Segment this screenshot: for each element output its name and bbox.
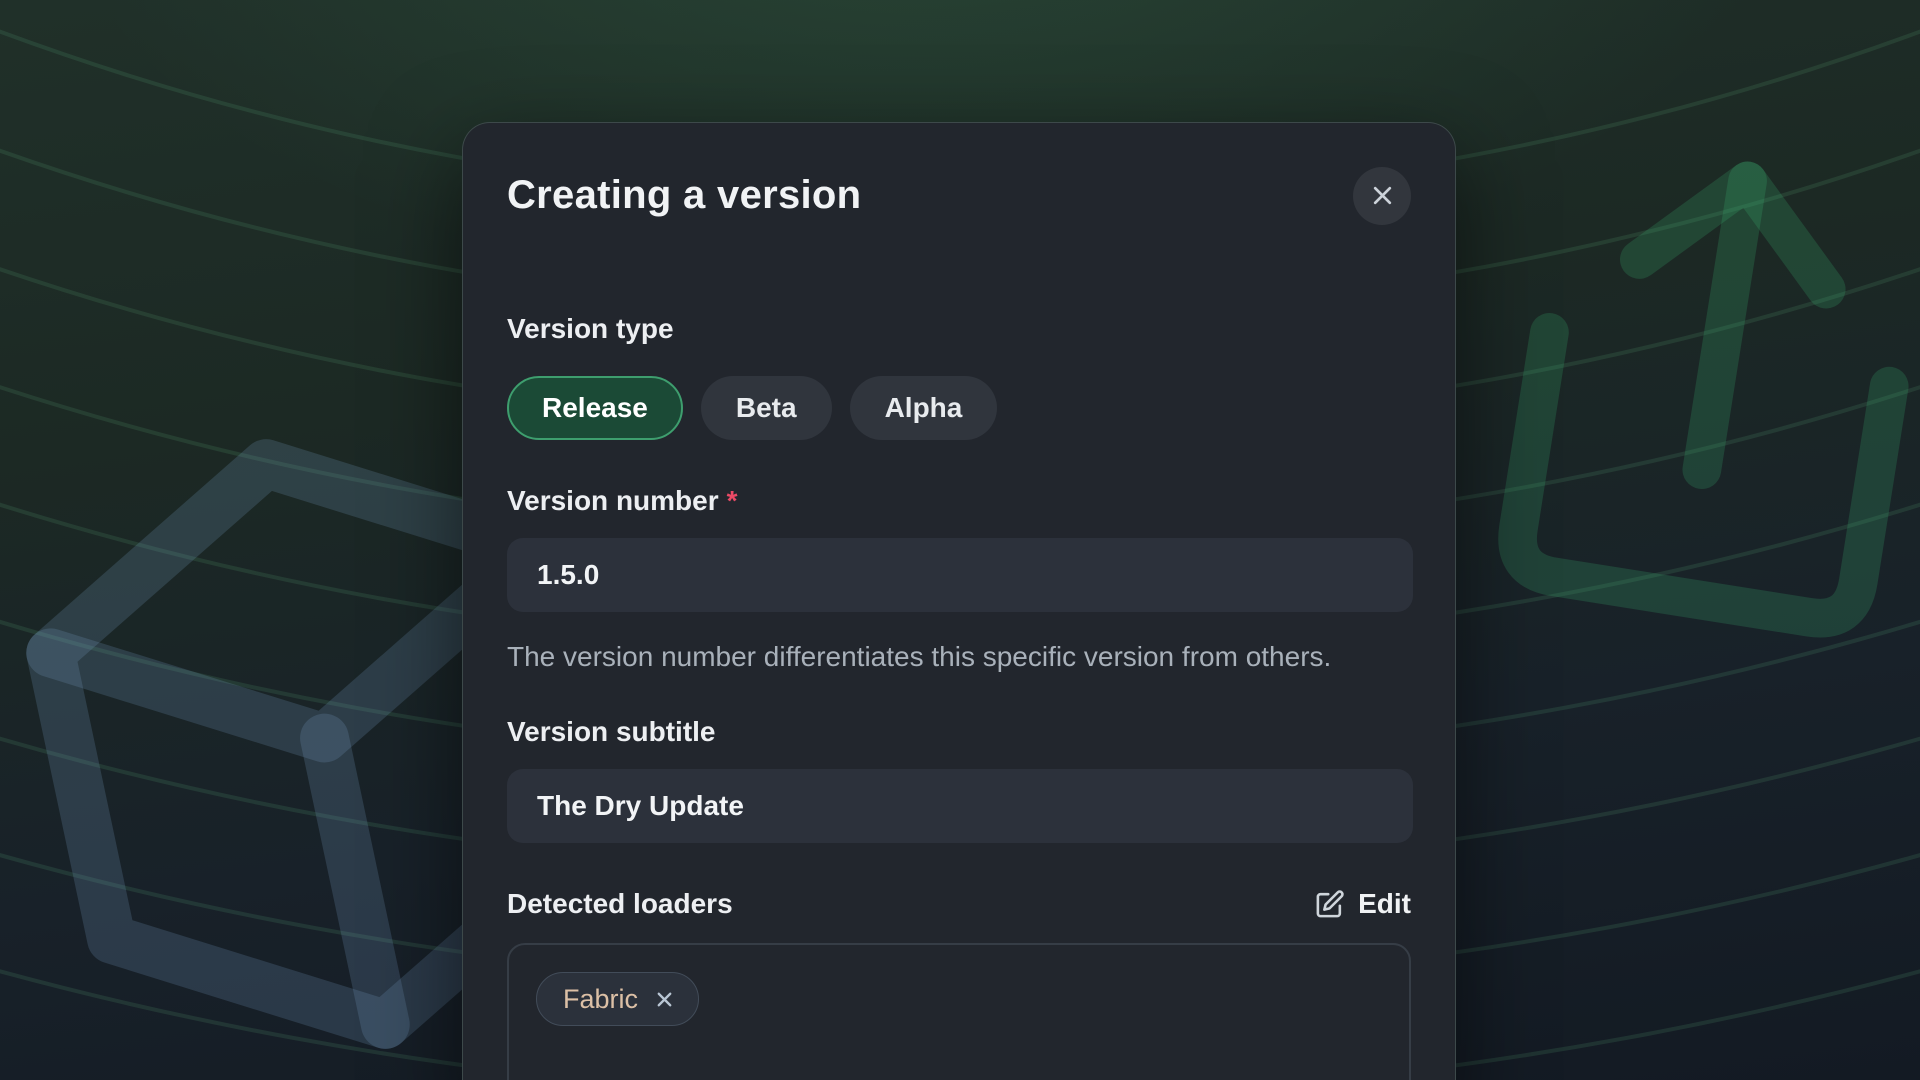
edit-loaders-button[interactable]: Edit: [1314, 888, 1411, 920]
version-subtitle-label: Version subtitle: [507, 715, 1411, 749]
modal-title: Creating a version: [507, 173, 861, 218]
detected-loaders-label: Detected loaders: [507, 887, 733, 921]
close-icon: [1369, 182, 1396, 209]
version-type-alpha-button[interactable]: Alpha: [850, 376, 998, 440]
version-type-pills: Release Beta Alpha: [507, 376, 1411, 440]
edit-pencil-icon: [1314, 889, 1345, 920]
detected-loaders-box: Fabric: [507, 943, 1411, 1080]
version-type-release-button[interactable]: Release: [507, 376, 683, 440]
pill-label: Release: [542, 392, 648, 424]
close-button[interactable]: [1353, 167, 1411, 225]
version-subtitle-input[interactable]: [507, 769, 1413, 843]
edit-label: Edit: [1358, 888, 1411, 920]
remove-loader-button[interactable]: [653, 988, 676, 1011]
loader-chip-label: Fabric: [563, 984, 638, 1015]
x-icon: [653, 988, 676, 1011]
version-number-label: Version number *: [507, 484, 1411, 518]
loader-chip-fabric: Fabric: [536, 972, 699, 1026]
detected-loaders-row: Detected loaders Edit: [507, 887, 1411, 921]
version-number-help: The version number differentiates this s…: [507, 634, 1359, 679]
create-version-modal: Creating a version Version type Release …: [462, 122, 1456, 1080]
version-type-beta-button[interactable]: Beta: [701, 376, 832, 440]
pill-label: Beta: [736, 392, 797, 424]
modal-header: Creating a version: [463, 123, 1455, 268]
required-asterisk: *: [727, 485, 738, 516]
version-type-label: Version type: [507, 312, 1411, 346]
pill-label: Alpha: [885, 392, 963, 424]
version-number-label-text: Version number: [507, 485, 719, 516]
modal-body: Version type Release Beta Alpha Version …: [463, 268, 1455, 1080]
version-number-input[interactable]: [507, 538, 1413, 612]
